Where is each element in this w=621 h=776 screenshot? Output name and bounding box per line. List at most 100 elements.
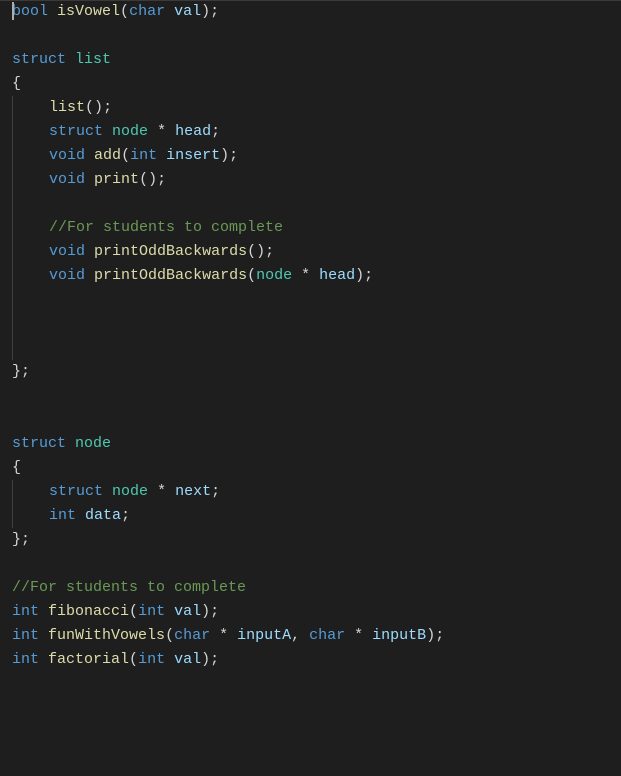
- code-line-blank[interactable]: [12, 288, 621, 312]
- code-line[interactable]: void printOddBackwards(node * head);: [12, 264, 621, 288]
- code-line-blank[interactable]: [12, 312, 621, 336]
- code-line[interactable]: struct list: [12, 48, 621, 72]
- param-val: val: [174, 3, 201, 20]
- code-line-blank[interactable]: [12, 552, 621, 576]
- paren-open: (: [247, 267, 256, 284]
- indent-guide: [12, 312, 13, 336]
- indent: [13, 147, 49, 164]
- code-line[interactable]: int factorial(int val);: [12, 648, 621, 672]
- param-val: val: [174, 651, 201, 668]
- keyword-int: int: [138, 651, 165, 668]
- semicolon: ;: [211, 123, 220, 140]
- star-op: *: [148, 483, 175, 500]
- method-printOddBackwards-overload: printOddBackwards: [94, 267, 247, 284]
- keyword-int: int: [12, 651, 39, 668]
- semicolon: ;: [210, 3, 219, 20]
- indent: [13, 483, 49, 500]
- semicolon: ;: [121, 507, 130, 524]
- indent-guide: [12, 192, 13, 216]
- indent-guide: [12, 336, 13, 360]
- paren-close: ): [220, 147, 229, 164]
- paren-open: (: [85, 99, 94, 116]
- function-funWithVowels: funWithVowels: [48, 627, 165, 644]
- method-add: add: [94, 147, 121, 164]
- keyword-int: int: [130, 147, 157, 164]
- code-line[interactable]: struct node: [12, 432, 621, 456]
- type-node: node: [75, 435, 111, 452]
- paren-close: ): [148, 171, 157, 188]
- keyword-struct: struct: [12, 435, 66, 452]
- indent-guide: [12, 288, 13, 312]
- code-line[interactable]: };: [12, 360, 621, 384]
- method-print: print: [94, 171, 139, 188]
- function-fibonacci: fibonacci: [48, 603, 129, 620]
- keyword-int: int: [138, 603, 165, 620]
- code-line[interactable]: struct node * next;: [12, 480, 621, 504]
- keyword-int: int: [12, 603, 39, 620]
- type-node: node: [112, 483, 148, 500]
- param-head: head: [319, 267, 355, 284]
- type-list: list: [75, 51, 111, 68]
- semicolon: ;: [157, 171, 166, 188]
- code-line-blank[interactable]: [12, 384, 621, 408]
- brace-close-semi: };: [12, 531, 30, 548]
- code-line[interactable]: void print();: [12, 168, 621, 192]
- paren-close: ): [201, 651, 210, 668]
- indent: [13, 507, 49, 524]
- semicolon: ;: [265, 243, 274, 260]
- member-data: data: [85, 507, 121, 524]
- code-line[interactable]: {: [12, 72, 621, 96]
- semicolon: ;: [211, 483, 220, 500]
- keyword-int: int: [12, 627, 39, 644]
- code-line[interactable]: int funWithVowels(char * inputA, char * …: [12, 624, 621, 648]
- code-line[interactable]: {: [12, 456, 621, 480]
- keyword-char: char: [174, 627, 210, 644]
- function-factorial: factorial: [48, 651, 129, 668]
- param-inputA: inputA: [237, 627, 291, 644]
- param-insert: insert: [166, 147, 220, 164]
- code-editor[interactable]: bool isVowel(char val); struct list { li…: [0, 0, 621, 672]
- semicolon: ;: [103, 99, 112, 116]
- indent: [13, 123, 49, 140]
- star-op: *: [148, 123, 175, 140]
- paren-close: ): [201, 603, 210, 620]
- semicolon: ;: [435, 627, 444, 644]
- indent: [13, 267, 49, 284]
- code-line[interactable]: };: [12, 528, 621, 552]
- code-line-blank[interactable]: [12, 24, 621, 48]
- indent: [13, 171, 49, 188]
- code-line[interactable]: list();: [12, 96, 621, 120]
- keyword-bool: bool: [12, 3, 48, 20]
- code-line[interactable]: //For students to complete: [12, 216, 621, 240]
- paren-open: (: [165, 627, 174, 644]
- code-line[interactable]: void add(int insert);: [12, 144, 621, 168]
- semicolon: ;: [210, 651, 219, 668]
- star-op: *: [345, 627, 372, 644]
- paren-open: (: [121, 147, 130, 164]
- paren-open: (: [129, 651, 138, 668]
- code-line[interactable]: bool isVowel(char val);: [12, 0, 621, 24]
- semicolon: ;: [229, 147, 238, 164]
- code-line-blank[interactable]: [12, 336, 621, 360]
- paren-close: ): [94, 99, 103, 116]
- member-head: head: [175, 123, 211, 140]
- code-line[interactable]: //For students to complete: [12, 576, 621, 600]
- paren-open: (: [247, 243, 256, 260]
- keyword-struct: struct: [49, 123, 103, 140]
- indent: [13, 219, 49, 236]
- member-next: next: [175, 483, 211, 500]
- code-line[interactable]: int data;: [12, 504, 621, 528]
- comment-students: //For students to complete: [49, 219, 283, 236]
- code-line-blank[interactable]: [12, 192, 621, 216]
- indent: [13, 243, 49, 260]
- paren-open: (: [120, 3, 129, 20]
- type-node: node: [112, 123, 148, 140]
- code-line[interactable]: struct node * head;: [12, 120, 621, 144]
- type-node: node: [256, 267, 292, 284]
- code-line-blank[interactable]: [12, 408, 621, 432]
- code-line[interactable]: int fibonacci(int val);: [12, 600, 621, 624]
- code-line[interactable]: void printOddBackwards();: [12, 240, 621, 264]
- paren-close: ): [201, 3, 210, 20]
- param-inputB: inputB: [372, 627, 426, 644]
- keyword-char: char: [129, 3, 165, 20]
